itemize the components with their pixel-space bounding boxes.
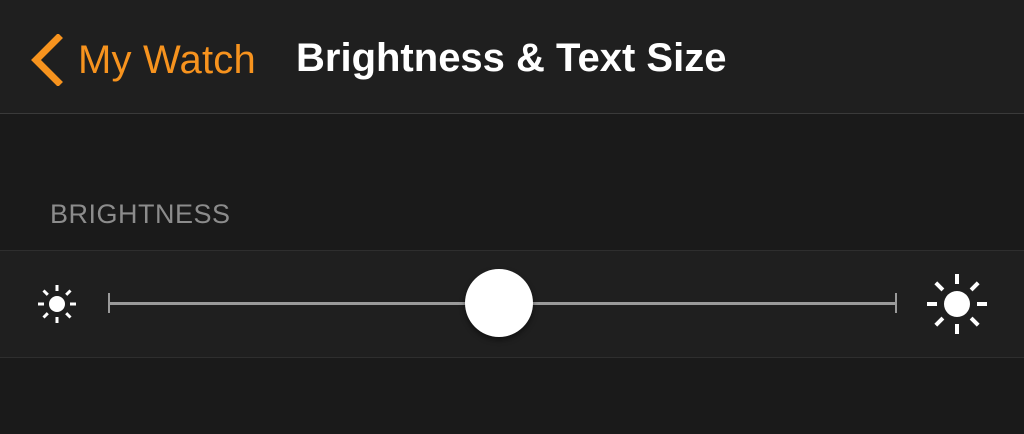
sun-large-icon [927, 274, 987, 334]
brightness-slider-thumb[interactable] [465, 269, 533, 337]
chevron-left-icon [31, 34, 63, 86]
slider-min-cap [108, 293, 110, 313]
navigation-bar: My Watch Brightness & Text Size [0, 0, 1024, 114]
back-button-label: My Watch [78, 38, 256, 82]
sun-small-icon [38, 285, 76, 323]
slider-max-cap [895, 293, 897, 313]
back-button[interactable]: My Watch [28, 30, 256, 90]
brightness-section-header: BRIGHTNESS [50, 199, 231, 229]
page-title: Brightness & Text Size [296, 36, 727, 80]
brightness-slider-cell [0, 250, 1024, 358]
brightness-text-size-screen: My Watch Brightness & Text Size BRIGHTNE… [0, 0, 1024, 434]
